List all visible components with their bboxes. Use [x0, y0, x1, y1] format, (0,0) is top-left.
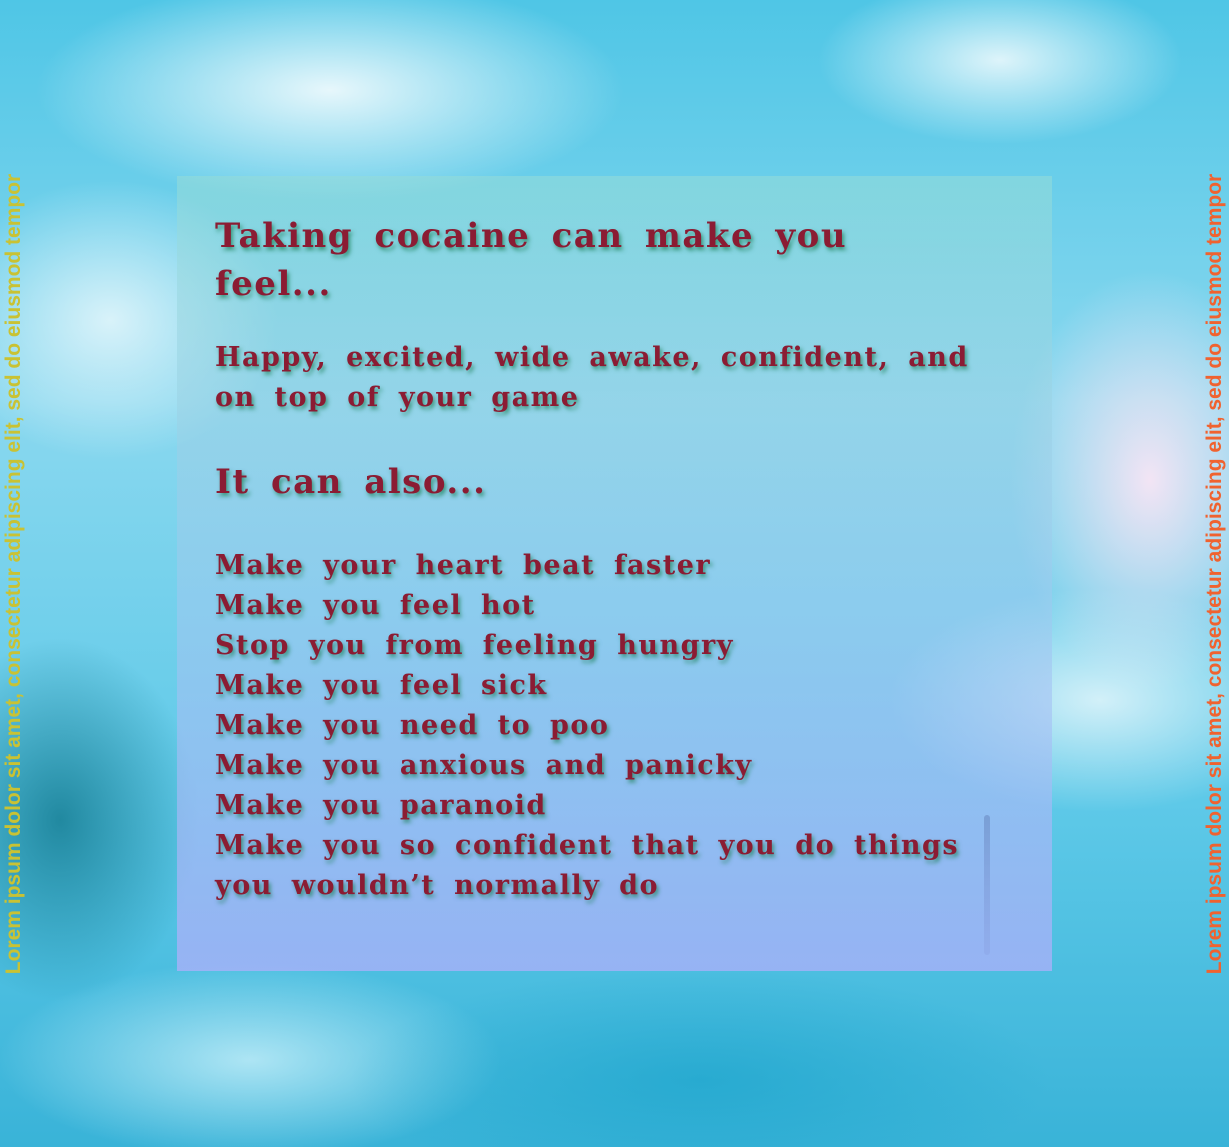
effect-item: Make you feel sick	[215, 670, 548, 701]
effect-item: Make you need to poo	[215, 710, 610, 741]
intro-text: Happy, excited, wide awake, confident, a…	[215, 342, 969, 413]
effect-item: Stop you from feeling hungry	[215, 630, 734, 661]
panel-text: Taking cocaine can make you feel... Happ…	[215, 212, 975, 906]
effect-item: Make you feel hot	[215, 590, 536, 621]
panel-heading: Taking cocaine can make you feel...	[215, 216, 848, 304]
effect-item: Make you paranoid	[215, 790, 547, 821]
left-side-text: Lorem ipsum dolor sit amet, consectetur …	[0, 0, 28, 1147]
effect-item: you wouldn’t normally do	[215, 870, 660, 901]
right-side-text-label: Lorem ipsum dolor sit amet, consectetur …	[1203, 173, 1226, 974]
effect-item: Make you anxious and panicky	[215, 750, 753, 781]
right-side-text: Lorem ipsum dolor sit amet, consectetur …	[1201, 0, 1229, 1147]
also-heading: It can also...	[215, 462, 487, 502]
effect-item: Make you so confident that you do things	[215, 830, 960, 861]
content-panel: Taking cocaine can make you feel... Happ…	[177, 176, 1052, 971]
effect-item: Make your heart beat faster	[215, 550, 712, 581]
effects-list: Make your heart beat faster Make you fee…	[215, 546, 975, 906]
left-side-text-label: Lorem ipsum dolor sit amet, consectetur …	[2, 173, 25, 974]
